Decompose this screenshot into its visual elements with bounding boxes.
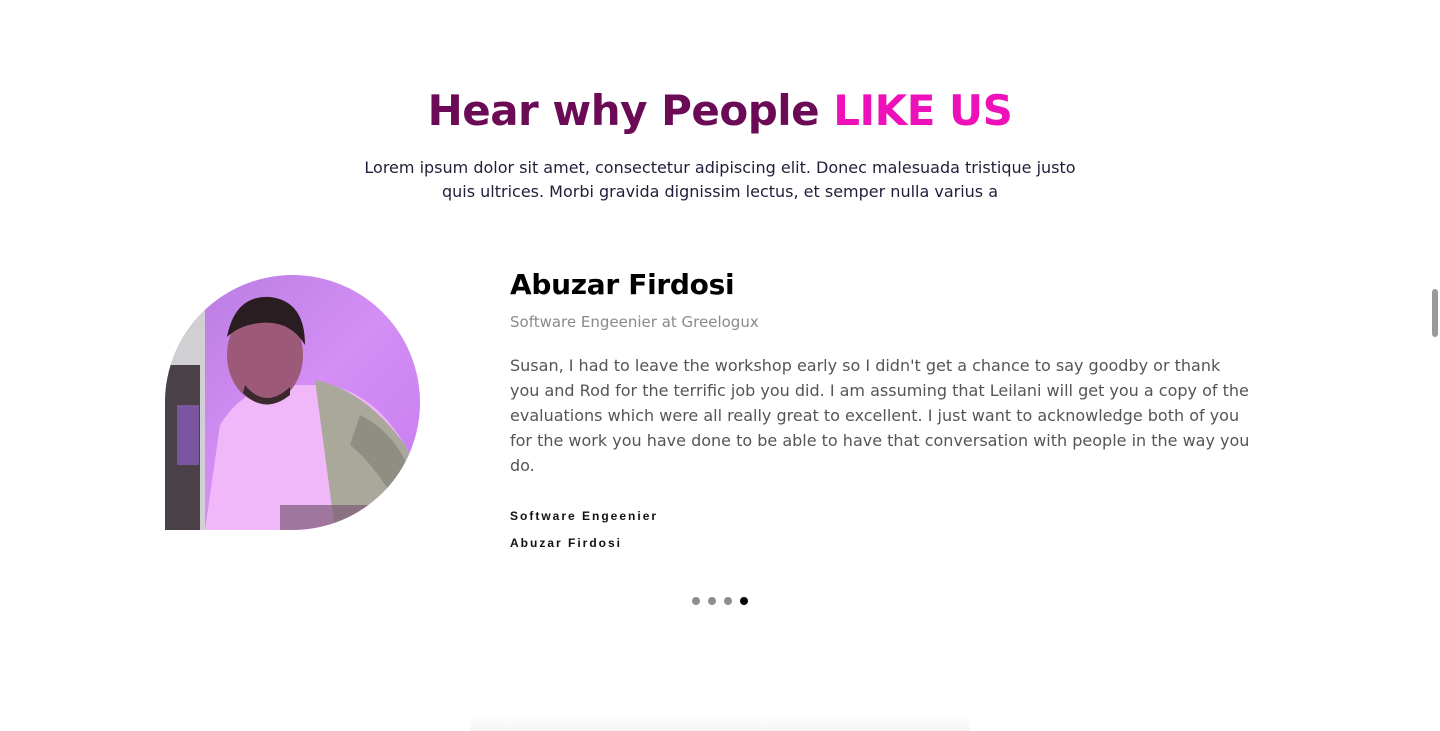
- testimonial-meta-title: Software Engeenier: [510, 509, 659, 523]
- heading-main: Hear why People: [427, 86, 834, 135]
- section-intro: Lorem ipsum dolor sit amet, consectetur …: [364, 158, 1076, 201]
- testimonial-quote: Susan, I had to leave the workshop early…: [510, 356, 1250, 475]
- person-photo-illustration: [165, 275, 420, 530]
- section-heading: Hear why People LIKE US: [0, 86, 1440, 135]
- slider-dot-3[interactable]: [724, 597, 732, 605]
- testimonial-name: Abuzar Firdosi: [510, 268, 735, 301]
- slider-dot-2[interactable]: [708, 597, 716, 605]
- heading-accent: LIKE US: [833, 86, 1013, 135]
- slider-dot-4[interactable]: [740, 597, 748, 605]
- next-section-edge: [470, 716, 970, 731]
- slider-dot-1[interactable]: [692, 597, 700, 605]
- testimonials-section: Hear why People LIKE US Lorem ipsum dolo…: [0, 0, 1440, 731]
- testimonial-role: Software Engeenier at Greelogux: [510, 313, 759, 331]
- scrollbar-thumb[interactable]: [1432, 289, 1438, 337]
- testimonial-avatar: [165, 275, 420, 530]
- testimonial-meta-name: Abuzar Firdosi: [510, 536, 623, 550]
- slider-pagination: [692, 597, 748, 605]
